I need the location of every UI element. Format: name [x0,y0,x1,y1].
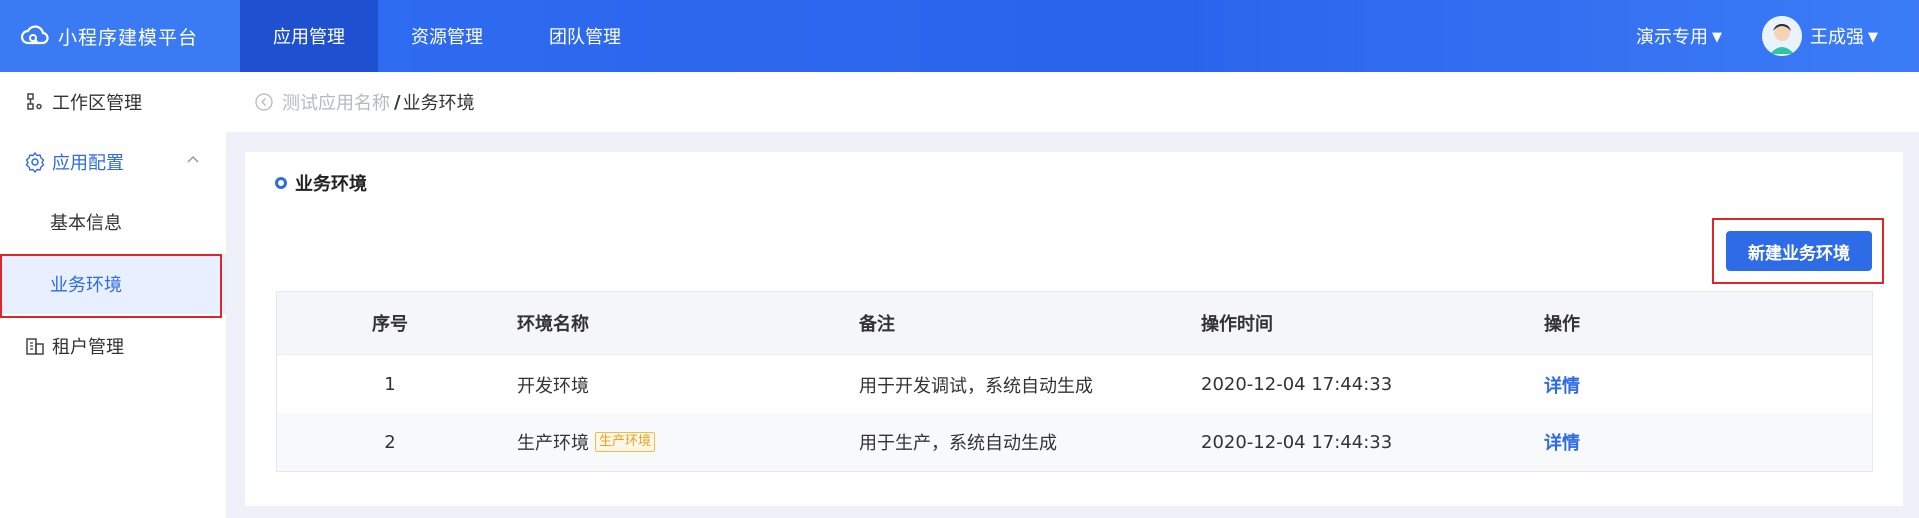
row-index: 1 [384,374,396,395]
circle-dot-icon [275,177,287,189]
table-header: 序号 环境名称 备注 操作时间 操作 [277,292,1872,354]
breadcrumb-current: 业务环境 [402,93,475,114]
sidebar-item-label: 工作区管理 [52,93,142,114]
production-tag: 生产环境 [595,432,656,452]
cloud-logo-icon [20,21,50,51]
column-header: 操作时间 [1201,314,1273,335]
sidebar-item-tenant-management[interactable]: 租户管理 [0,316,226,376]
avatar [1762,16,1802,56]
brand-name: 小程序建模平台 [58,26,199,49]
env-time: 2020-12-04 17:44:33 [1201,374,1393,395]
nav-resource-management[interactable]: 资源管理 [378,0,516,72]
column-header: 环境名称 [517,314,589,335]
breadcrumb-separator: / [394,91,401,113]
env-note: 用于生产，系统自动生成 [859,433,1057,454]
table-row: 2 生产环境 生产环境 用于生产，系统自动生成 2020-12-04 17:44… [277,413,1872,471]
sidebar-item-label: 应用配置 [52,153,124,174]
user-menu[interactable]: 王成强 ▼ [1762,0,1878,72]
section-title-text: 业务环境 [295,174,367,195]
main-card: 业务环境 新建业务环境 序号 环境名称 备注 操作时间 操作 1 开发环境 用于… [245,152,1903,506]
sidebar-item-business-env[interactable]: 业务环境 [0,254,226,314]
column-header: 备注 [859,314,895,335]
gear-icon [24,151,46,173]
workspace-icon [24,91,46,113]
row-actions: 详情 [1544,355,1744,414]
sidebar-item-workspace[interactable]: 工作区管理 [0,72,226,132]
tenant-dropdown[interactable]: 演示专用 ▼ [1636,0,1722,72]
breadcrumb: 测试应用名称 / 业务环境 [226,72,1919,132]
row-index: 2 [384,431,396,453]
caret-down-icon: ▼ [1712,29,1722,45]
section-title: 业务环境 [275,170,367,196]
env-time: 2020-12-04 17:44:33 [1201,431,1393,453]
column-header: 序号 [372,314,408,335]
back-circle-icon[interactable] [254,92,274,112]
table-row: 1 开发环境 用于开发调试，系统自动生成 2020-12-04 17:44:33… [277,354,1872,414]
column-header: 操作 [1544,314,1580,335]
row-actions: 详情 [1544,413,1744,471]
nav-app-management[interactable]: 应用管理 [240,0,378,72]
sidebar-item-basic-info[interactable]: 基本信息 [0,192,226,252]
detail-link[interactable]: 详情 [1544,372,1580,398]
env-table: 序号 环境名称 备注 操作时间 操作 1 开发环境 用于开发调试，系统自动生成 … [276,291,1873,472]
env-note: 用于开发调试，系统自动生成 [859,375,1093,397]
sidebar-item-label: 业务环境 [50,275,122,296]
sidebar-item-label: 基本信息 [50,213,122,234]
env-name: 开发环境 [517,355,847,414]
sidebar-item-label: 租户管理 [52,337,124,358]
nav-team-management[interactable]: 团队管理 [516,0,654,72]
detail-link[interactable]: 详情 [1544,429,1580,455]
chevron-up-icon [186,154,200,164]
env-name: 生产环境 生产环境 [517,413,847,471]
highlight-box-button: 新建业务环境 [1712,218,1884,284]
user-name: 王成强 [1810,27,1864,48]
top-header: 小程序建模平台 应用管理 资源管理 团队管理 演示专用 ▼ 王成强 ▼ [0,0,1919,72]
top-nav: 应用管理 资源管理 团队管理 [240,0,654,72]
building-icon [24,335,46,357]
env-name-text: 开发环境 [517,375,589,397]
breadcrumb-parent[interactable]: 测试应用名称 [282,89,390,115]
sidebar-group-app-config[interactable]: 应用配置 [0,132,226,192]
env-name-text: 生产环境 [517,433,589,454]
new-business-env-button[interactable]: 新建业务环境 [1726,231,1872,271]
brand[interactable]: 小程序建模平台 [0,0,240,72]
tenant-label: 演示专用 [1636,27,1708,48]
sidebar: 工作区管理 应用配置 基本信息 业务环境 租户管理 [0,72,226,518]
caret-down-icon: ▼ [1868,29,1878,45]
